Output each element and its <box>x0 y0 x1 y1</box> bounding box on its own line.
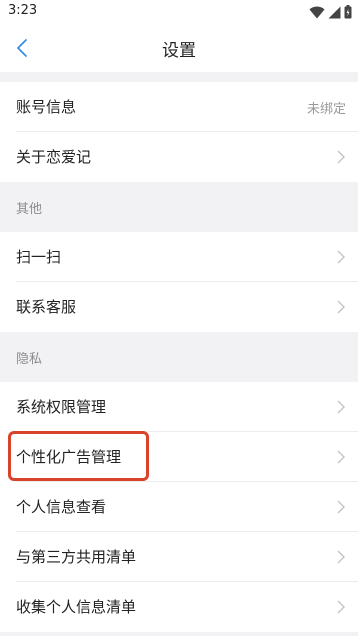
personalized-ads-label: 个性化广告管理 <box>16 448 122 466</box>
status-bar: 3:23 <box>0 0 358 24</box>
chevron-right-icon <box>337 450 345 464</box>
account-info-label: 账号信息 <box>16 98 77 116</box>
wifi-icon <box>309 6 325 18</box>
signal-icon <box>328 6 341 18</box>
account-info-status: 未绑定 <box>306 102 346 117</box>
about-row[interactable]: 关于恋爱记 <box>0 132 358 182</box>
contact-support-row[interactable]: 联系客服 <box>0 282 358 332</box>
chevron-right-icon <box>337 400 345 414</box>
section-title-other: 其他 <box>16 202 43 217</box>
section-header-privacy: 隐私 <box>0 332 358 382</box>
third-party-sharing-row[interactable]: 与第三方共用清单 <box>0 532 358 582</box>
status-icons <box>309 4 352 20</box>
scan-label: 扫一扫 <box>16 248 62 266</box>
system-permissions-label: 系统权限管理 <box>16 398 107 416</box>
chevron-right-icon <box>337 150 345 164</box>
battery-icon <box>344 5 352 19</box>
personalized-ads-row[interactable]: 个性化广告管理 <box>0 432 358 482</box>
nav-bar: 设置 <box>0 24 358 72</box>
personal-info-view-row[interactable]: 个人信息查看 <box>0 482 358 532</box>
contact-support-label: 联系客服 <box>16 298 77 316</box>
collected-info-label: 收集个人信息清单 <box>16 598 137 616</box>
scan-row[interactable]: 扫一扫 <box>0 232 358 282</box>
personal-info-view-label: 个人信息查看 <box>16 498 107 516</box>
chevron-right-icon <box>337 550 345 564</box>
chevron-right-icon <box>337 500 345 514</box>
chevron-right-icon <box>337 300 345 314</box>
account-info-row[interactable]: 账号信息 未绑定 <box>0 82 358 132</box>
status-time: 3:23 <box>8 3 38 18</box>
third-party-sharing-label: 与第三方共用清单 <box>16 548 137 566</box>
chevron-right-icon <box>337 600 345 614</box>
section-header-other: 其他 <box>0 182 358 232</box>
section-gap <box>0 72 358 82</box>
section-title-privacy: 隐私 <box>16 352 43 367</box>
page-title: 设置 <box>162 41 196 61</box>
collected-info-row[interactable]: 收集个人信息清单 <box>0 582 358 632</box>
about-label: 关于恋爱记 <box>16 148 92 166</box>
system-permissions-row[interactable]: 系统权限管理 <box>0 382 358 432</box>
chevron-right-icon <box>337 250 345 264</box>
